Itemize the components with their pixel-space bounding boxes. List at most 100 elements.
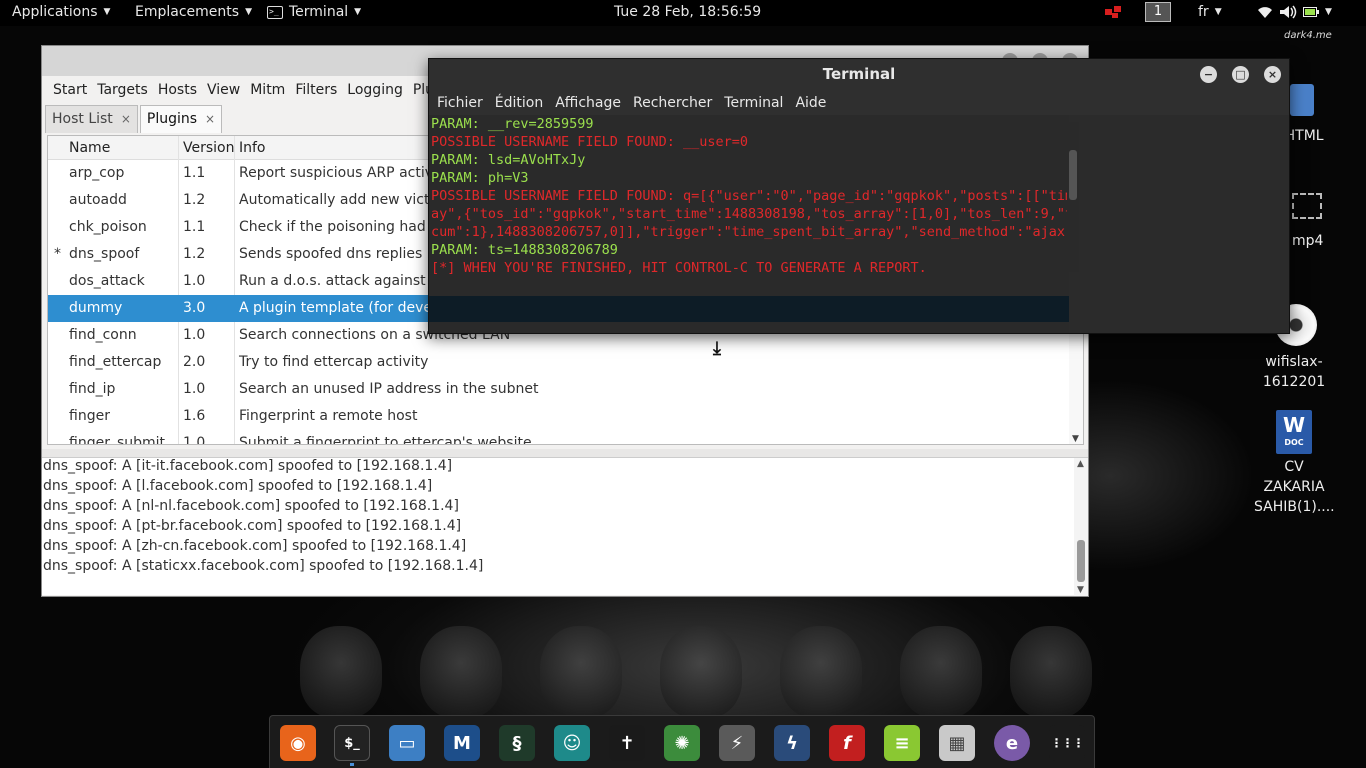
plugin-version: 1.1 xyxy=(183,219,206,235)
record-indicator-icon[interactable] xyxy=(1104,5,1122,19)
plugin-version: 1.0 xyxy=(183,273,206,289)
burpsuite-icon[interactable]: ⚡ xyxy=(719,725,755,761)
plugin-active-mark: * xyxy=(54,246,61,262)
terminal-scrollbar[interactable] xyxy=(1067,122,1079,272)
column-header-info[interactable]: Info xyxy=(239,140,266,156)
plugin-version: 1.6 xyxy=(183,408,206,424)
menu-rechercher[interactable]: Rechercher xyxy=(627,95,718,111)
close-tab-icon[interactable]: × xyxy=(205,106,215,133)
menu-mitm[interactable]: Mitm xyxy=(245,82,290,98)
terminal-line: POSSIBLE USERNAME FIELD FOUND: q=[{"user… xyxy=(431,188,1069,204)
beef-icon[interactable]: ✺ xyxy=(664,725,700,761)
menu-terminal[interactable]: Terminal xyxy=(718,95,789,111)
keyboard-layout-label: fr xyxy=(1198,4,1209,20)
scrollbar-thumb[interactable] xyxy=(1077,540,1085,582)
faraday-icon[interactable]: ✝ xyxy=(609,725,645,761)
files-icon[interactable]: ▭ xyxy=(389,725,425,761)
plugin-info: Search an unused IP address in the subne… xyxy=(239,381,539,397)
menu-view[interactable]: View xyxy=(202,82,245,98)
desktop-icon-label: wifislax-1612201 xyxy=(1262,354,1326,390)
notes-icon[interactable]: ≡ xyxy=(884,725,920,761)
menu-targets[interactable]: Targets xyxy=(92,82,153,98)
plugin-name: find_ip xyxy=(69,381,116,397)
maltego-icon[interactable]: ☺ xyxy=(554,725,590,761)
wallpaper-mask xyxy=(900,626,982,718)
download-cursor-icon: ⤓ xyxy=(713,338,721,359)
terminal-icon[interactable]: $_ xyxy=(334,725,370,761)
plugin-version: 1.0 xyxy=(183,327,206,343)
system-status-menu[interactable]: ▼ xyxy=(1257,5,1332,19)
flash-icon[interactable]: f xyxy=(829,725,865,761)
places-menu[interactable]: Emplacements ▼ xyxy=(135,4,252,20)
firefox-icon[interactable]: ◉ xyxy=(280,725,316,761)
menu-aide[interactable]: Aide xyxy=(789,95,832,111)
desktop-icon-cv[interactable]: CV ZAKARIA SAHIB(1).... xyxy=(1254,457,1335,517)
menu-logging[interactable]: Logging xyxy=(342,82,408,98)
menu-fichier[interactable]: Fichier xyxy=(431,95,489,111)
app-grid-icon[interactable]: ⋮⋮⋮ xyxy=(1049,725,1085,761)
armitage-icon[interactable]: § xyxy=(499,725,535,761)
metasploit-icon[interactable]: M xyxy=(444,725,480,761)
plugin-version: 1.2 xyxy=(183,192,206,208)
plugin-name: find_ettercap xyxy=(69,354,162,370)
menu-affichage[interactable]: Affichage xyxy=(549,95,627,111)
menu-filters[interactable]: Filters xyxy=(290,82,342,98)
settings-icon[interactable]: ▦ xyxy=(939,725,975,761)
log-scrollbar[interactable]: ▲ ▼ xyxy=(1074,458,1088,596)
keyboard-layout-menu[interactable]: fr ▼ xyxy=(1198,4,1222,20)
top-panel: Applications ▼ Emplacements ▼ >_ Termina… xyxy=(0,0,1366,41)
plugin-row[interactable]: finger_submit 1.0 Submit a fingerprint t… xyxy=(48,430,1070,444)
menu-edition[interactable]: Édition xyxy=(489,95,549,111)
terminal-cursor-line xyxy=(429,296,1069,322)
terminal-title: Terminal xyxy=(822,65,896,83)
log-line: dns_spoof: A [pt-br.facebook.com] spoofe… xyxy=(43,518,462,534)
scroll-down-icon[interactable]: ▼ xyxy=(1072,434,1079,444)
pane-divider[interactable] xyxy=(42,449,1088,457)
plugin-info: Check if the poisoning had suc xyxy=(239,219,455,235)
plugin-version: 1.2 xyxy=(183,246,206,262)
dock-glyph: ✺ xyxy=(674,732,690,754)
close-button[interactable]: × xyxy=(1264,66,1281,83)
desktop-icon-mp4[interactable]: mp4 xyxy=(1292,193,1323,251)
active-app-menu[interactable]: >_ Terminal ▼ xyxy=(267,4,361,20)
column-header-version[interactable]: Version xyxy=(183,140,234,156)
plugin-version: 3.0 xyxy=(183,300,206,316)
tab-plugins[interactable]: Plugins × xyxy=(139,105,223,133)
minimize-button[interactable]: − xyxy=(1200,66,1217,83)
message-log: dns_spoof: A [it-it.facebook.com] spoofe… xyxy=(42,457,1088,596)
column-header-name[interactable]: Name xyxy=(69,140,110,156)
applications-menu[interactable]: Applications ▼ xyxy=(12,4,110,20)
desktop-icon-wifislax[interactable]: wifislax-1612201 xyxy=(1258,352,1330,392)
caret-down-icon: ▼ xyxy=(245,7,252,17)
plugin-row[interactable]: find_ettercap 2.0 Try to find ettercap a… xyxy=(48,349,1070,376)
dock-glyph: ϟ xyxy=(786,732,798,754)
terminal-line: PARAM: ph=V3 xyxy=(431,170,529,186)
tab-host-list[interactable]: Host List × xyxy=(45,105,138,133)
terminal-output[interactable]: PARAM: __rev=2859599 POSSIBLE USERNAME F… xyxy=(429,115,1069,333)
workspace-indicator[interactable]: 1 xyxy=(1145,2,1171,22)
wireshark-icon[interactable]: ϟ xyxy=(774,725,810,761)
scrollbar-thumb[interactable] xyxy=(1069,150,1077,200)
clock[interactable]: Tue 28 Feb, 18:56:59 xyxy=(614,4,761,20)
wallpaper-mask xyxy=(420,626,502,718)
maximize-button[interactable]: □ xyxy=(1232,66,1249,83)
battery-icon xyxy=(1303,7,1319,17)
scroll-down-icon[interactable]: ▼ xyxy=(1077,585,1084,595)
dock-glyph: $_ xyxy=(344,735,360,751)
close-tab-icon[interactable]: × xyxy=(121,106,131,133)
caret-down-icon: ▼ xyxy=(103,7,111,17)
menu-start[interactable]: Start xyxy=(48,82,92,98)
wallpaper-mask xyxy=(660,626,742,718)
scroll-up-icon[interactable]: ▲ xyxy=(1077,459,1084,469)
tab-label: Host List xyxy=(52,111,113,127)
emacs-icon[interactable]: e xyxy=(994,725,1030,761)
menu-hosts[interactable]: Hosts xyxy=(153,82,202,98)
log-line: dns_spoof: A [l.facebook.com] spoofed to… xyxy=(43,478,433,494)
plugin-row[interactable]: find_ip 1.0 Search an unused IP address … xyxy=(48,376,1070,403)
dock-glyph: ⚡ xyxy=(730,732,744,754)
plugin-row[interactable]: finger 1.6 Fingerprint a remote host xyxy=(48,403,1070,430)
plugin-info: Automatically add new victims xyxy=(239,192,455,208)
terminal-titlebar[interactable]: Terminal − □ × xyxy=(429,59,1289,90)
video-file-icon xyxy=(1292,193,1322,219)
dock-glyph: e xyxy=(1005,732,1019,754)
